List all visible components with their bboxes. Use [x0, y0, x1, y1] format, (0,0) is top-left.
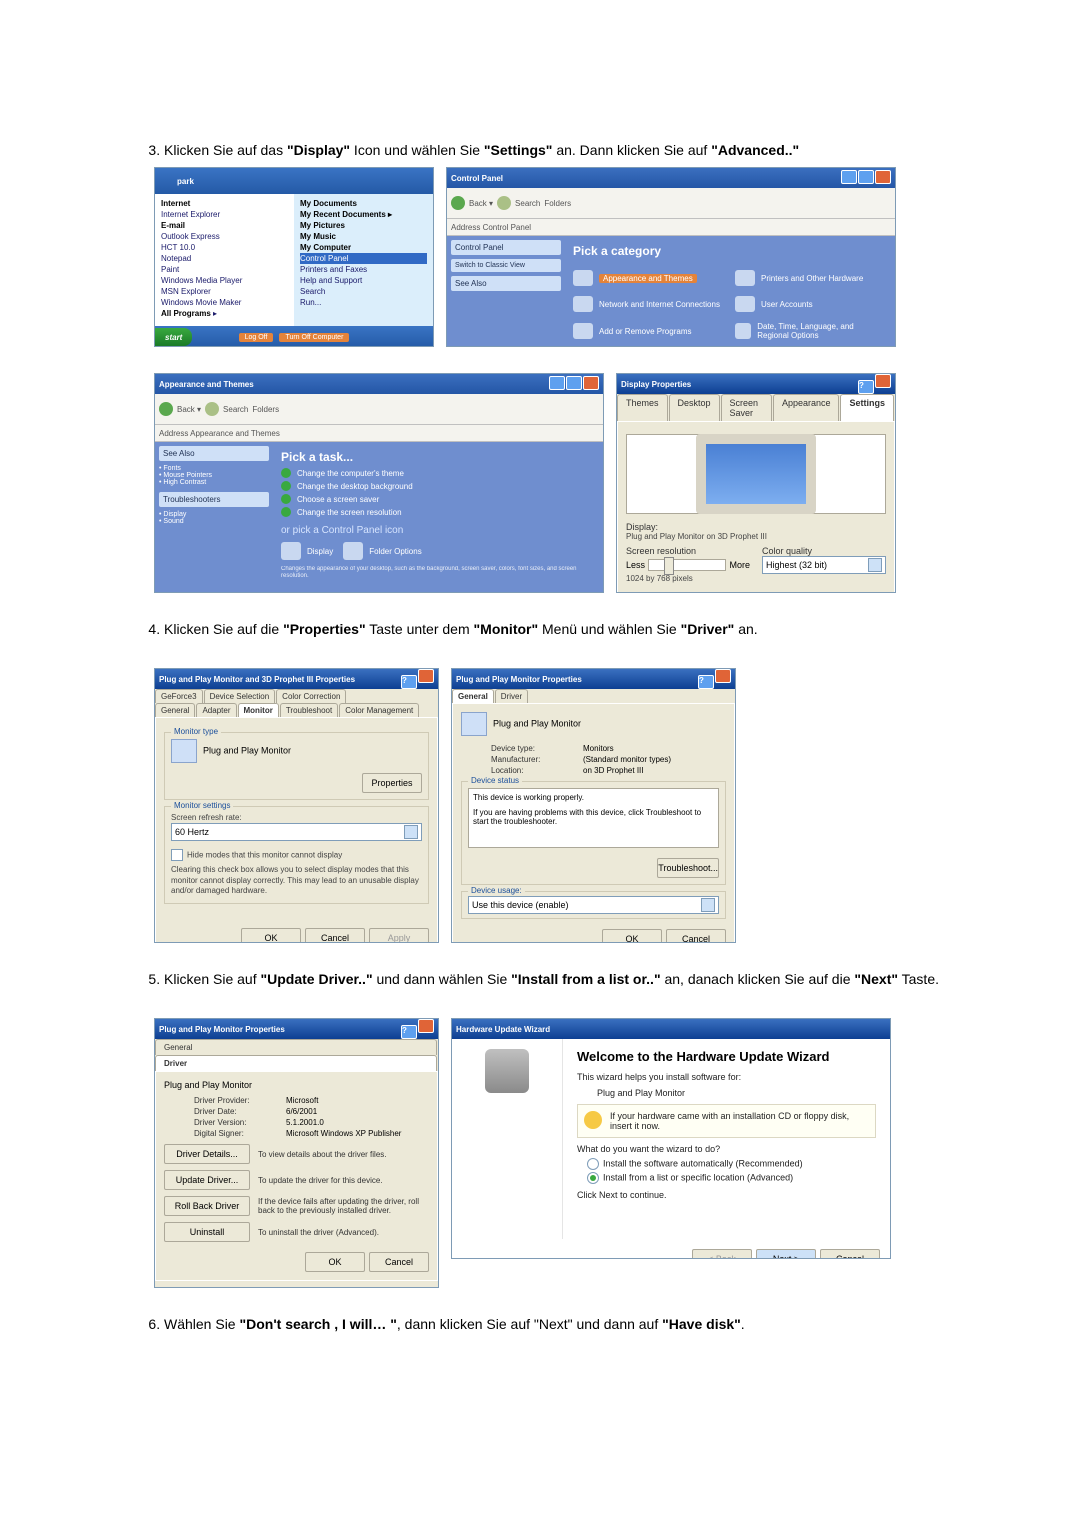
color-quality-combo[interactable]: Highest (32 bit): [762, 556, 886, 574]
back-button[interactable]: < Back: [692, 1249, 752, 1259]
step-5: Klicken Sie auf "Update Driver.." und da…: [164, 969, 950, 990]
tab-appearance[interactable]: Appearance: [773, 394, 840, 421]
step-6: Wählen Sie "Don't search , I will… ", da…: [164, 1314, 950, 1335]
tab-desktop[interactable]: Desktop: [669, 394, 720, 421]
tab-themes[interactable]: Themes: [617, 394, 668, 421]
start-menu-control-panel[interactable]: Control Panel: [300, 253, 427, 264]
screenshot-driver-tab: Plug and Play Monitor Properties? Genera…: [154, 1018, 439, 1288]
window-title: Control Panel: [451, 174, 503, 183]
wizard-note: If your hardware came with an installati…: [577, 1104, 876, 1138]
step3-text: Klicken Sie auf das "Display" Icon und w…: [164, 142, 799, 158]
device-usage-combo[interactable]: Use this device (enable): [468, 896, 719, 914]
appearance-icon: [573, 270, 593, 286]
troubleshoot-button[interactable]: Troubleshoot...: [657, 858, 719, 878]
info-icon: [584, 1111, 602, 1129]
screenshot-hardware-wizard: Hardware Update Wizard Welcome to the Ha…: [451, 1018, 891, 1259]
start-menu-user: park: [155, 168, 433, 194]
tab-settings[interactable]: Settings: [840, 394, 894, 421]
wizard-title: Hardware Update Wizard: [456, 1025, 550, 1034]
hide-modes-checkbox[interactable]: [171, 849, 183, 861]
start-button[interactable]: start: [155, 328, 192, 346]
fwd-icon[interactable]: [497, 196, 511, 210]
link-appearance-themes[interactable]: Appearance and Themes: [573, 270, 725, 286]
heading-pick-task: Pick a task...: [281, 450, 595, 464]
screenshot-appearance-themes: Appearance and Themes Back ▾SearchFolder…: [154, 373, 604, 593]
refresh-rate-combo[interactable]: 60 Hertz: [171, 823, 422, 841]
turn-off-button[interactable]: Turn Off Computer: [279, 333, 349, 342]
next-button[interactable]: Next >: [756, 1249, 816, 1259]
screenshot-monitor-properties: Plug and Play Monitor and 3D Prophet III…: [154, 668, 439, 943]
wizard-heading: Welcome to the Hardware Update Wizard: [577, 1049, 876, 1064]
uninstall-button[interactable]: Uninstall: [164, 1222, 250, 1242]
address-bar[interactable]: Address Control Panel: [447, 219, 895, 236]
icon-folder-options[interactable]: Folder Options: [343, 542, 421, 560]
monitor-icon: [461, 712, 487, 736]
tab-driver[interactable]: Driver: [495, 689, 528, 703]
resolution-slider[interactable]: [648, 559, 726, 571]
monitor-icon: [171, 739, 197, 763]
radio-auto[interactable]: [587, 1158, 599, 1170]
radio-list[interactable]: [587, 1172, 599, 1184]
tab-general[interactable]: General: [452, 689, 494, 703]
log-off-button[interactable]: Log Off: [239, 333, 274, 342]
screenshot-display-properties: Display Properties? Themes Desktop Scree…: [616, 373, 896, 593]
dialog-title: Display Properties: [621, 380, 691, 389]
properties-button[interactable]: Properties: [362, 773, 422, 793]
tab-driver[interactable]: Driver: [155, 1055, 437, 1071]
wizard-icon: [485, 1049, 529, 1093]
screenshot-control-panel: Control Panel Back ▾SearchFolders Addres…: [446, 167, 896, 347]
tab-monitor[interactable]: Monitor: [238, 703, 279, 717]
driver-details-button[interactable]: Driver Details...: [164, 1144, 250, 1164]
rollback-driver-button[interactable]: Roll Back Driver: [164, 1196, 250, 1216]
update-driver-button[interactable]: Update Driver...: [164, 1170, 250, 1190]
heading-pick-category: Pick a category: [573, 244, 887, 258]
icon-display[interactable]: Display: [281, 542, 333, 560]
back-icon[interactable]: [451, 196, 465, 210]
window-controls[interactable]: [840, 170, 891, 186]
cancel-button[interactable]: Cancel: [820, 1249, 880, 1259]
tab-screensaver[interactable]: Screen Saver: [721, 394, 772, 421]
screenshot-pnp-general: Plug and Play Monitor Properties? Genera…: [451, 668, 736, 943]
step-3: Klicken Sie auf das "Display" Icon und w…: [164, 140, 950, 161]
screenshot-start-menu: park Internet Internet Explorer E-mail O…: [154, 167, 434, 347]
monitor-preview: [626, 434, 886, 514]
step-4: Klicken Sie auf die "Properties" Taste u…: [164, 619, 950, 640]
